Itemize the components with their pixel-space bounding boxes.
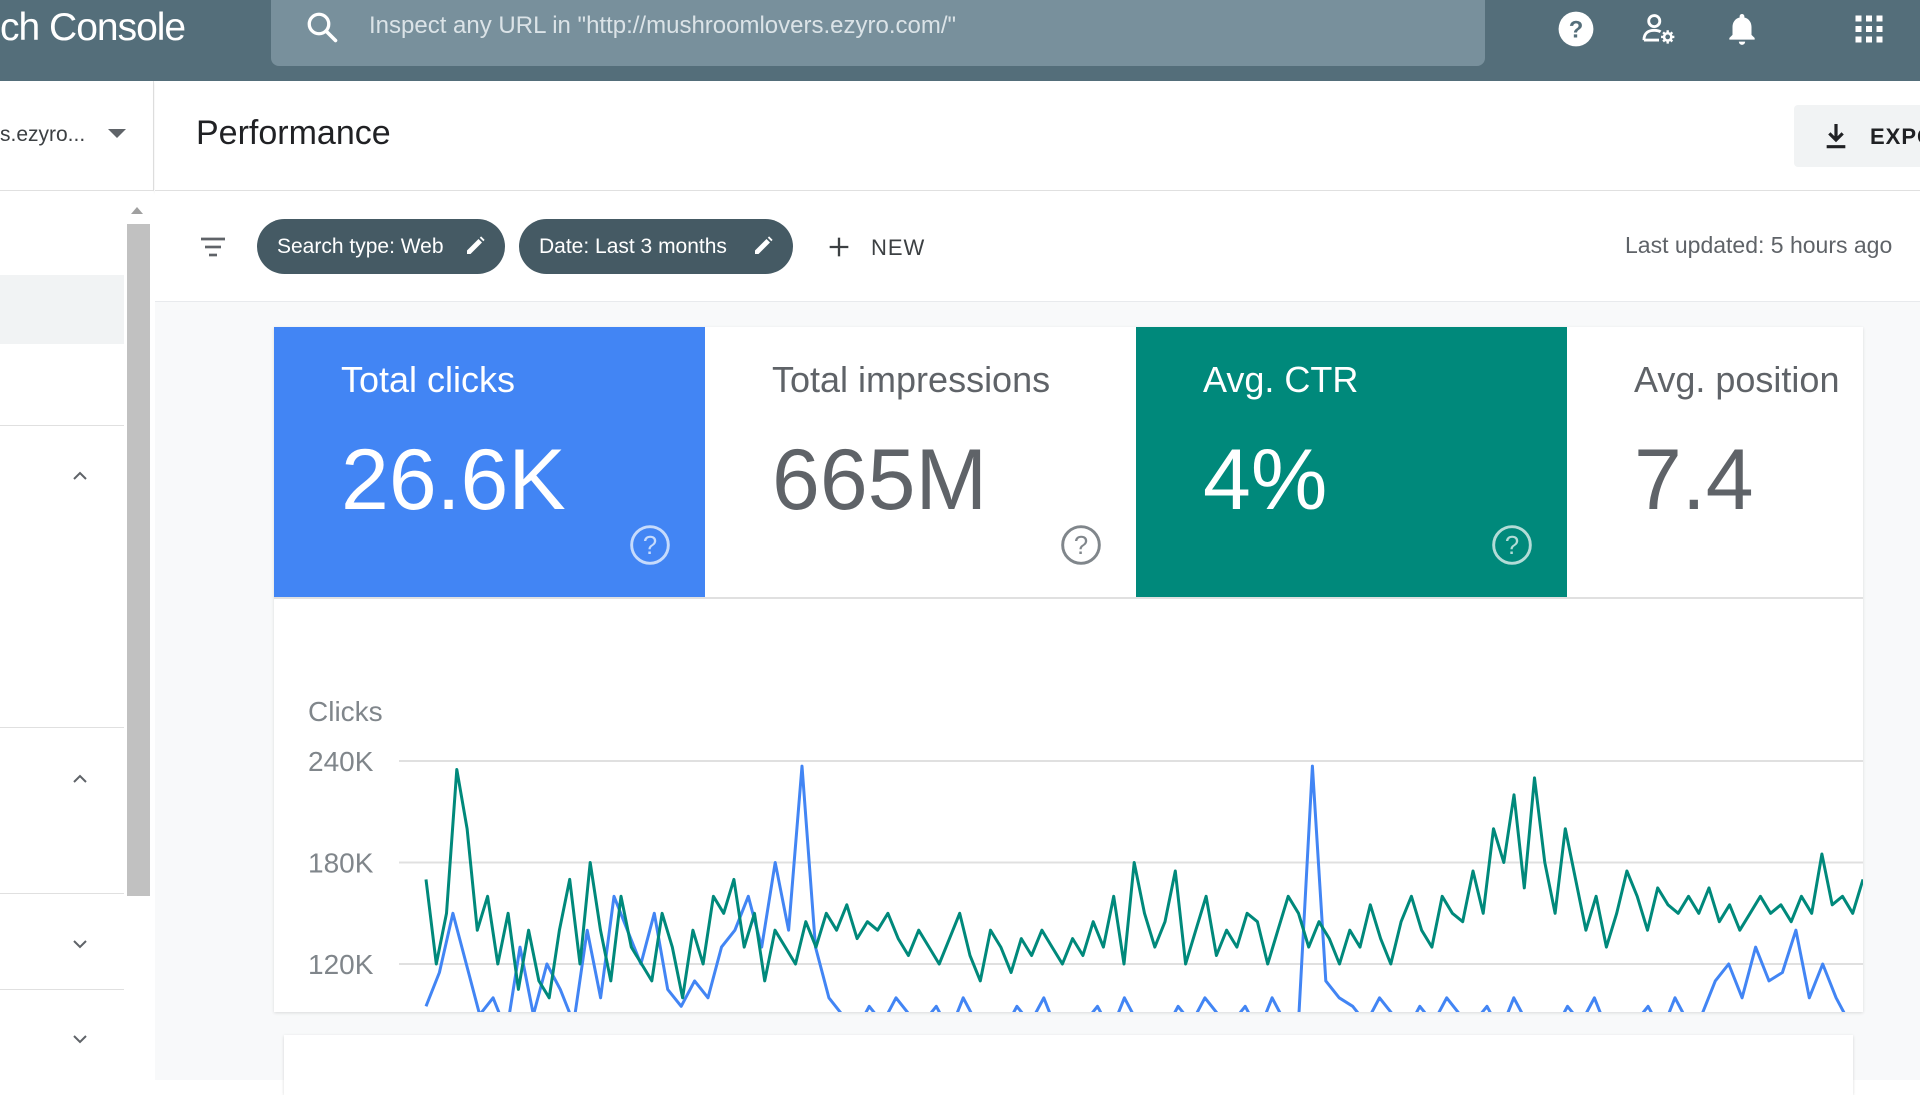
performance-chart: Clicks 240K 180K 120K <box>274 599 1863 1012</box>
chevron-up-icon[interactable] <box>68 464 92 488</box>
filter-icon[interactable] <box>197 231 229 263</box>
svg-text:?: ? <box>1505 532 1519 560</box>
sidebar-divider <box>0 989 124 990</box>
metric-label: Total impressions <box>772 359 1051 400</box>
metric-label: Avg. CTR <box>1203 359 1359 400</box>
edit-icon[interactable] <box>751 234 775 258</box>
manage-users-icon[interactable] <box>1638 8 1680 50</box>
metric-label: Total clicks <box>341 359 516 400</box>
clicks-series-line <box>424 764 1846 1012</box>
data-table-card <box>284 1035 1853 1095</box>
help-outline-icon[interactable]: ? <box>628 523 672 567</box>
notifications-icon[interactable] <box>1721 8 1763 50</box>
sidebar-divider <box>0 425 124 426</box>
filter-bar: Search type: Web Date: Last 3 months NEW… <box>155 191 1920 302</box>
download-icon <box>1826 124 1846 149</box>
chevron-down-icon[interactable] <box>68 932 92 956</box>
search-icon[interactable] <box>304 9 340 45</box>
chart-y-tick-label: 120K <box>308 949 374 980</box>
new-label: NEW <box>871 235 926 260</box>
property-name: s.ezyro... <box>0 123 86 146</box>
edit-icon[interactable] <box>463 234 487 258</box>
scroll-up-arrow-icon[interactable] <box>131 207 143 214</box>
page-header: Performance EXPO <box>155 81 1920 191</box>
dropdown-caret-icon <box>108 129 126 138</box>
new-filter-button[interactable]: NEW <box>825 225 935 269</box>
chevron-down-icon[interactable] <box>68 1027 92 1051</box>
chip-label: Date: Last 3 months <box>539 235 727 258</box>
sidebar-divider <box>0 727 124 728</box>
property-selector[interactable]: s.ezyro... <box>0 81 154 191</box>
search-input[interactable] <box>369 8 1449 44</box>
sidebar-item-performance[interactable] <box>0 275 124 344</box>
metric-avg-ctr[interactable]: Avg. CTR 4% ? <box>1136 327 1567 597</box>
svg-text:?: ? <box>1074 532 1088 560</box>
page-title: Performance <box>196 114 391 152</box>
help-icon[interactable]: ? <box>1555 8 1597 50</box>
top-app-bar: ch Console ? <box>0 0 1920 81</box>
metric-value: 7.4 <box>1634 432 1754 528</box>
chart-y-axis-title: Clicks <box>308 696 383 727</box>
help-outline-icon[interactable]: ? <box>1059 523 1103 567</box>
last-updated-text: Last updated: 5 hours ago <box>1625 232 1893 258</box>
chart-y-tick-label: 180K <box>308 848 374 879</box>
performance-card: Total clicks 26.6K ? Total impressions 6… <box>274 327 1863 1012</box>
metric-label: Avg. position <box>1634 359 1840 400</box>
metric-value: 4% <box>1203 432 1328 528</box>
export-button[interactable]: EXPO <box>1794 105 1920 167</box>
app-title[interactable]: ch Console <box>0 4 186 52</box>
sidebar-divider <box>0 893 124 894</box>
metric-value: 665M <box>772 432 988 528</box>
metric-total-clicks[interactable]: Total clicks 26.6K ? <box>274 327 705 597</box>
chip-label: Search type: Web <box>277 235 444 258</box>
chart-y-tick-label: 240K <box>308 746 374 777</box>
metric-value: 26.6K <box>341 432 566 528</box>
left-sidebar: s.ezyro... <box>0 81 154 1080</box>
chart-svg: Clicks 240K 180K 120K <box>308 696 1863 1012</box>
date-range-chip[interactable]: Date: Last 3 months <box>519 219 793 274</box>
scrollbar-thumb[interactable] <box>127 224 150 896</box>
metric-total-impressions[interactable]: Total impressions 665M ? <box>705 327 1136 597</box>
url-inspection-search[interactable] <box>271 0 1485 66</box>
apps-icon[interactable] <box>1848 8 1890 50</box>
svg-text:?: ? <box>643 532 657 560</box>
export-label: EXPO <box>1870 124 1920 149</box>
help-outline-icon[interactable]: ? <box>1490 523 1534 567</box>
svg-text:?: ? <box>1569 17 1584 44</box>
search-type-chip[interactable]: Search type: Web <box>257 219 505 274</box>
plus-icon <box>829 237 849 257</box>
chevron-up-icon[interactable] <box>68 767 92 791</box>
metric-avg-position[interactable]: Avg. position 7.4 <box>1567 327 1863 597</box>
